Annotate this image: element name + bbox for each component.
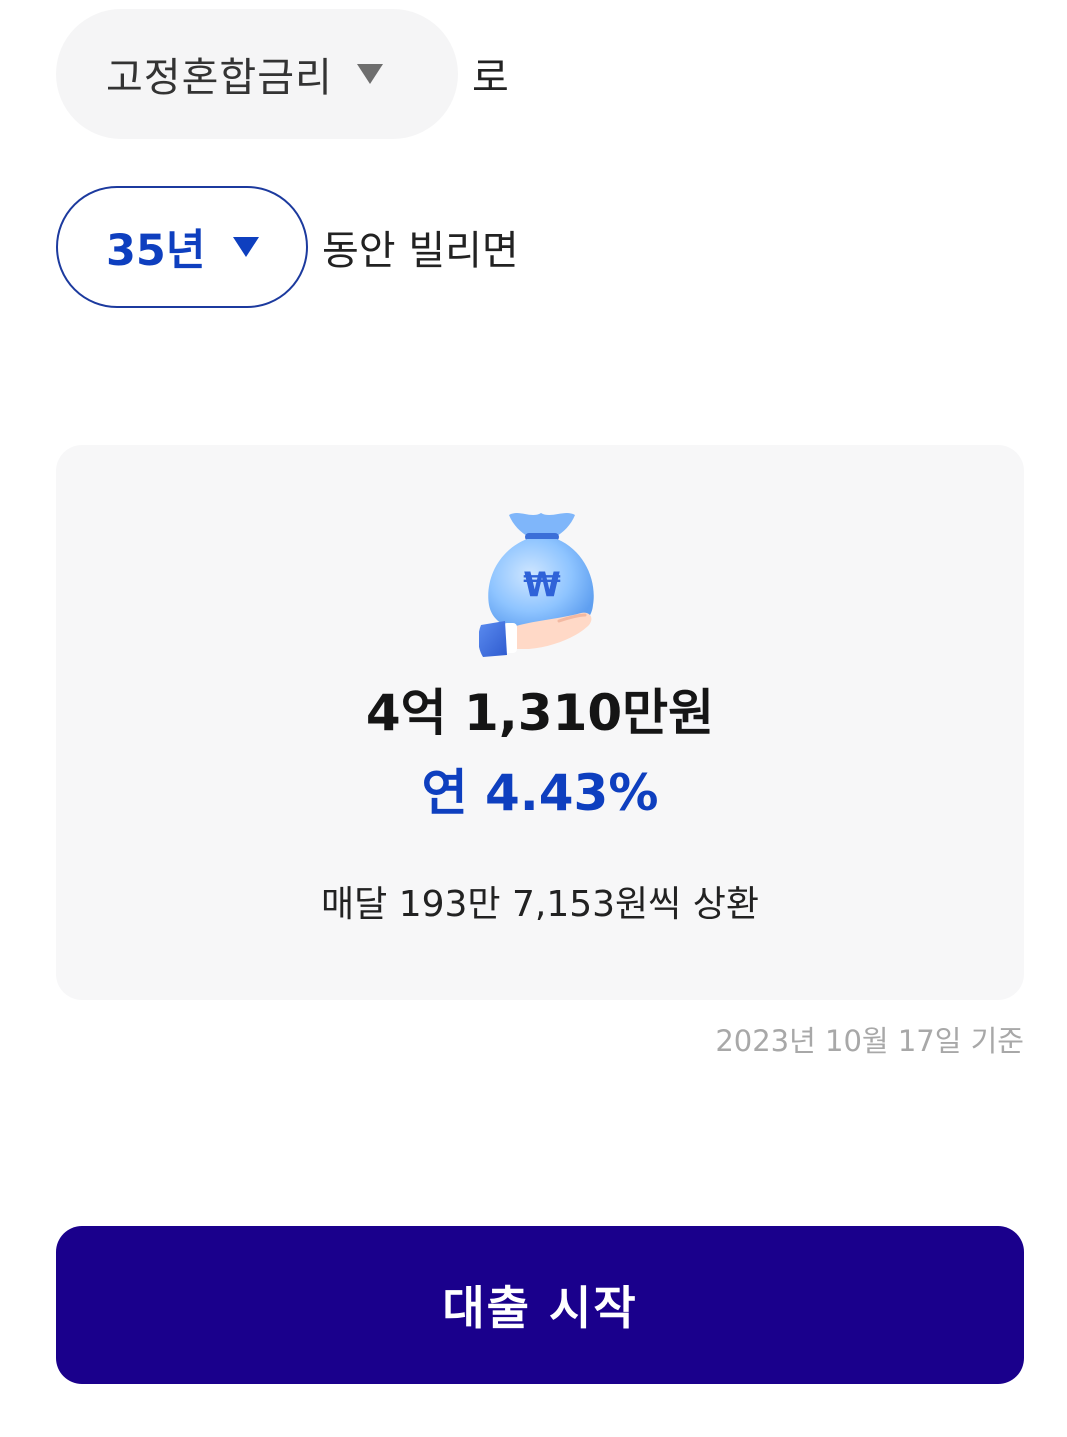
annual-interest-rate: 연 4.43% [421, 764, 659, 822]
loan-term-selected: 35년 [106, 226, 206, 276]
monthly-repayment: 매달 193만 7,153원씩 상환 [321, 884, 759, 925]
start-loan-button[interactable]: 대출 시작 [56, 1226, 1024, 1384]
svg-text:₩: ₩ [523, 565, 561, 605]
rate-type-suffix: 로 [472, 55, 509, 101]
rate-type-row: 고정혼합금리 로 [56, 8, 509, 140]
loan-term-dropdown[interactable]: 35년 [56, 186, 308, 308]
loan-term-suffix: 동안 빌리면 [322, 228, 519, 274]
caret-down-icon [233, 237, 260, 257]
basis-date: 2023년 10월 17일 기준 [715, 1024, 1024, 1058]
loan-amount: 4억 1,310만원 [365, 684, 715, 742]
loan-term-row: 35년 동안 빌리면 [56, 186, 519, 308]
loan-result-card: ₩ 4억 1,310만원 연 4.43% 매달 193만 7,153원씩 상환 [56, 445, 1024, 1000]
money-bag-hand-icon: ₩ [479, 513, 594, 657]
caret-down-icon [356, 64, 383, 84]
rate-type-dropdown[interactable]: 고정혼합금리 [56, 9, 458, 139]
rate-type-selected: 고정혼합금리 [106, 55, 333, 101]
